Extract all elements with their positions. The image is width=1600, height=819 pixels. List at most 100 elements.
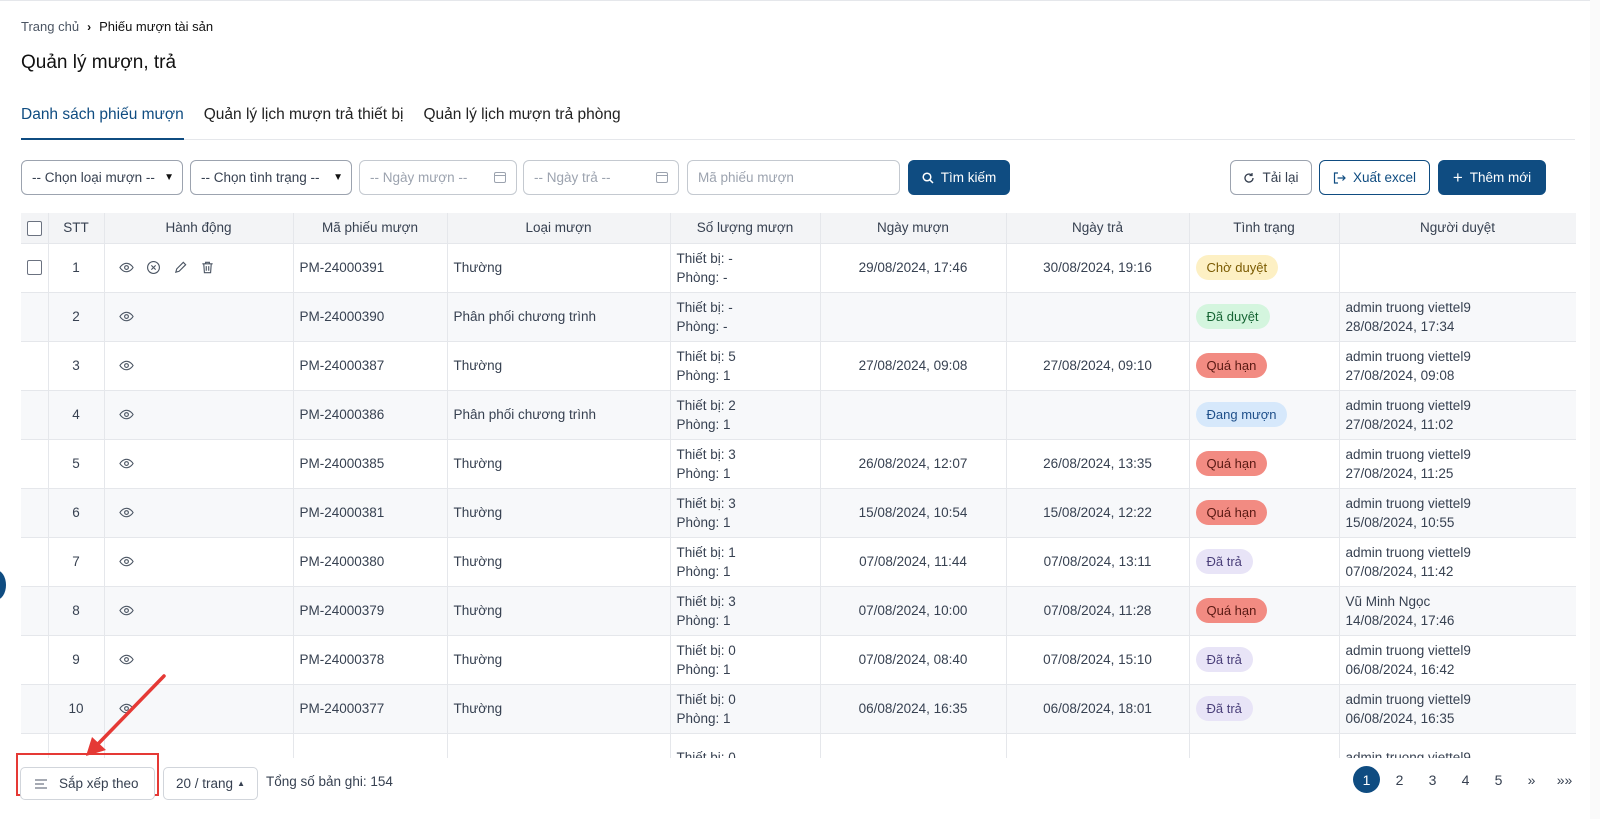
scrollbar[interactable]: [1590, 0, 1600, 819]
approver-name: admin truong viettel9: [1345, 446, 1471, 462]
eye-icon[interactable]: [118, 309, 134, 324]
reload-button-label: Tải lại: [1262, 170, 1299, 185]
column-header: Tình trạng: [1189, 213, 1340, 244]
qty-device: Thiết bị: 5: [676, 348, 736, 364]
add-new-button[interactable]: + Thêm mới: [1438, 160, 1546, 195]
page-link[interactable]: »: [1518, 766, 1545, 793]
eye-icon[interactable]: [118, 260, 134, 275]
cell-return-date: 06/08/2024, 18:01: [1006, 684, 1190, 734]
select-loai-muon[interactable]: -- Chọn loại mượn -- ▼: [21, 160, 183, 195]
ma-phieu-input[interactable]: Mã phiếu mượn: [687, 160, 900, 195]
page-size-select[interactable]: 20 / trang ▲: [163, 767, 258, 800]
eye-icon[interactable]: [118, 701, 134, 716]
approver-date: 27/08/2024, 11:02: [1345, 416, 1454, 432]
select-tinh-trang[interactable]: -- Chọn tình trạng -- ▼: [190, 160, 352, 195]
row-select-cell[interactable]: [21, 439, 49, 489]
table-row[interactable]: 2 PM-24000390 Phân phối chương trình Thiết …: [21, 292, 1576, 342]
tab-danh-sach-phieu-muon[interactable]: Danh sách phiếu mượn: [21, 100, 184, 140]
row-actions: [111, 456, 287, 471]
loan-table: STT Hành động Mã phiếu mượn Loại mượn Số…: [21, 213, 1576, 758]
cell-actions: [104, 439, 294, 489]
table-row[interactable]: 7 PM-24000380 Thường Thiết bị: 1 Phòng: 1 07/…: [21, 537, 1576, 587]
tab-lich-muon-tra-phong[interactable]: Quản lý lịch mượn trả phòng: [423, 100, 620, 140]
edit-icon[interactable]: [173, 260, 188, 275]
cell-return-date: 27/08/2024, 09:10: [1006, 341, 1190, 391]
row-select-cell[interactable]: [21, 684, 49, 734]
cell-qty: Thiết bị: 0 Phòng: 1: [670, 635, 821, 685]
cancel-icon[interactable]: [146, 260, 161, 275]
cell-actions: [104, 243, 294, 293]
approver-date: 27/08/2024, 09:08: [1345, 367, 1455, 383]
table-row[interactable]: 6 PM-24000381 Thường Thiết bị: 3 Phòng: 1 15/…: [21, 488, 1576, 538]
page-link[interactable]: 2: [1386, 766, 1413, 793]
table-row[interactable]: 8 PM-24000379 Thường Thiết bị: 3 Phòng: 1 07/…: [21, 586, 1576, 636]
select-all-checkbox[interactable]: [26, 220, 42, 236]
breadcrumb-home[interactable]: Trang chủ: [21, 19, 79, 34]
date-ngay-muon[interactable]: -- Ngày mượn --: [359, 160, 517, 195]
page-link[interactable]: »»: [1551, 766, 1578, 793]
caret-up-icon: ▲: [237, 779, 245, 788]
row-select-cell[interactable]: [21, 341, 49, 391]
eye-icon[interactable]: [118, 407, 134, 422]
trash-icon[interactable]: [200, 260, 215, 275]
eye-icon[interactable]: [118, 456, 134, 471]
column-header: Số lượng mượn: [670, 213, 821, 244]
tab-lich-muon-tra-thiet-bi[interactable]: Quản lý lịch mượn trả thiết bị: [204, 100, 404, 140]
cell-qty: Thiết bị: - Phòng: -: [670, 292, 821, 342]
table-row[interactable]: 10 PM-24000377 Thường Thiết bị: 0 Phòng: 1 06…: [21, 684, 1576, 734]
eye-icon[interactable]: [118, 603, 134, 618]
eye-icon[interactable]: [118, 652, 134, 667]
eye-icon[interactable]: [118, 358, 134, 373]
cell-qty: Thiết bị: - Phòng: -: [670, 243, 821, 293]
cell-type: Thường: [447, 341, 671, 391]
row-select-cell[interactable]: [21, 243, 49, 293]
qty-device: Thiết bị: 0: [676, 642, 736, 658]
row-select-cell[interactable]: [21, 390, 49, 440]
table-row[interactable]: 3 PM-24000387 Thường Thiết bị: 5 Phòng: 1 27/…: [21, 341, 1576, 391]
qty-room: Phòng: 1: [676, 416, 731, 432]
column-header: Hành động: [104, 213, 294, 244]
table-row[interactable]: 4 PM-24000386 Phân phối chương trình Thiết …: [21, 390, 1576, 440]
cell-type: Thường: [447, 488, 671, 538]
row-checkbox[interactable]: [27, 260, 42, 276]
page-link[interactable]: 1: [1353, 766, 1380, 793]
side-panel-handle[interactable]: [0, 570, 6, 600]
row-actions: [111, 260, 287, 275]
row-select-cell[interactable]: [21, 488, 49, 538]
cell-code: PM-24000386: [293, 390, 448, 440]
search-button[interactable]: Tìm kiếm: [908, 160, 1010, 195]
cell-type: Thường: [447, 439, 671, 489]
cell-code: PM-24000391: [293, 243, 448, 293]
cell-qty: Thiết bị: 3 Phòng: 1: [670, 439, 821, 489]
cell-borrow-date: 26/08/2024, 12:07: [820, 439, 1007, 489]
filter-bar: -- Chọn loại mượn -- ▼ -- Chọn tình trạn…: [21, 160, 1576, 195]
page-link[interactable]: 4: [1452, 766, 1479, 793]
table-row[interactable]: 5 PM-24000385 Thường Thiết bị: 3 Phòng: 1 26/…: [21, 439, 1576, 489]
qty-device: Thiết bị: -: [676, 250, 733, 266]
row-select-cell[interactable]: [21, 537, 49, 587]
reload-button[interactable]: Tải lại: [1230, 160, 1312, 195]
date-ngay-tra[interactable]: -- Ngày trả --: [523, 160, 679, 195]
sort-button[interactable]: Sắp xếp theo: [20, 767, 155, 800]
row-select-cell[interactable]: [21, 586, 49, 636]
cell-qty: Thiết bị: 3 Phòng: 1: [670, 488, 821, 538]
approver-date: 07/08/2024, 11:42: [1345, 563, 1454, 579]
table-row[interactable]: Thiết bị: 0 admin truong viettel9: [21, 733, 1576, 758]
eye-icon[interactable]: [118, 554, 134, 569]
select-all-cell[interactable]: [21, 213, 49, 244]
table-row[interactable]: 9 PM-24000378 Thường Thiết bị: 0 Phòng: 1 07/…: [21, 635, 1576, 685]
select-loai-muon-value: -- Chọn loại mượn --: [32, 170, 155, 185]
page-link[interactable]: 5: [1485, 766, 1512, 793]
search-button-label: Tìm kiếm: [940, 170, 997, 185]
page-link[interactable]: 3: [1419, 766, 1446, 793]
qty-room: Phòng: -: [676, 269, 728, 285]
row-actions: [111, 701, 287, 716]
row-select-cell[interactable]: [21, 292, 49, 342]
column-header: STT: [48, 213, 105, 244]
eye-icon[interactable]: [118, 505, 134, 520]
row-select-cell[interactable]: [21, 635, 49, 685]
qty-room: Phòng: 1: [676, 710, 731, 726]
table-row[interactable]: 1 PM-24000391 Thường Thiết bị: - Phòng: - 29/…: [21, 243, 1576, 293]
tab-bar: Danh sách phiếu mượn Quản lý lịch mượn t…: [21, 100, 1575, 140]
export-excel-button[interactable]: Xuất excel: [1319, 160, 1430, 195]
